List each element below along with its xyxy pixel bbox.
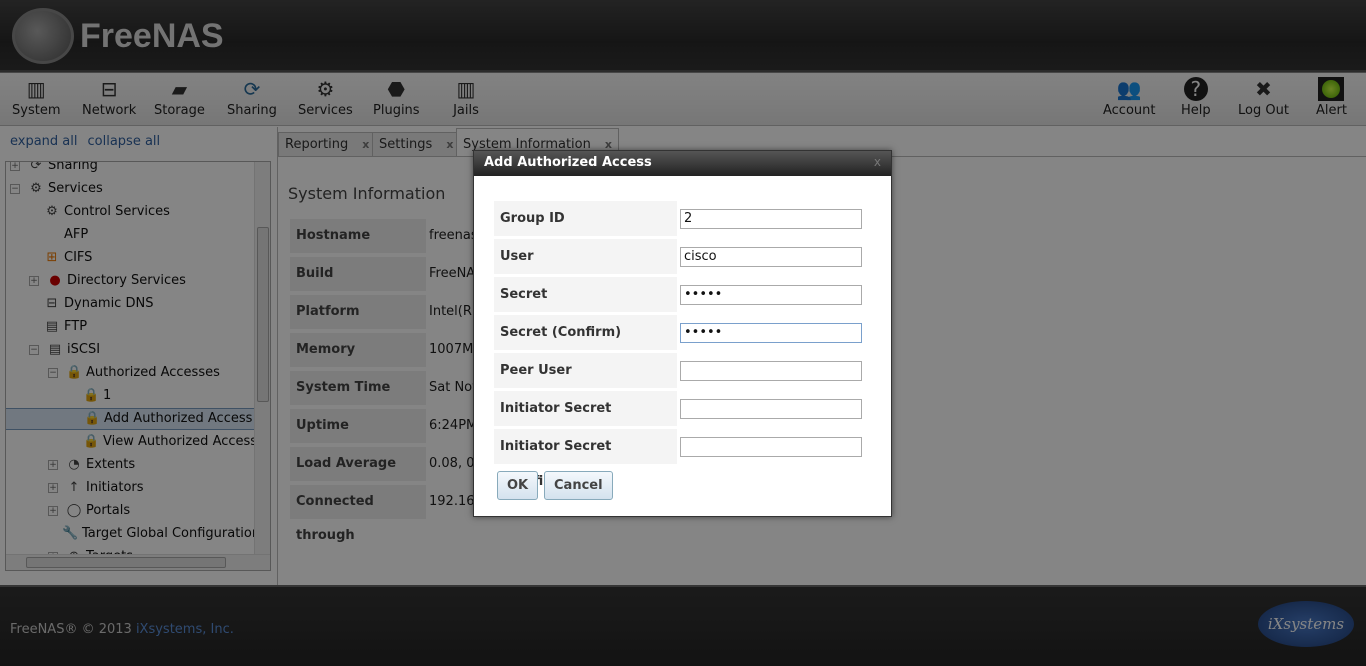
initiator-secret-field[interactable] — [680, 398, 862, 419]
secret-field[interactable] — [680, 284, 862, 305]
cancel-button[interactable]: Cancel — [544, 471, 613, 500]
secret-confirm-field[interactable] — [680, 322, 862, 343]
dialog-title: Add Authorized Access — [474, 151, 891, 176]
ok-button[interactable]: OK — [497, 471, 539, 500]
user-field[interactable] — [680, 246, 862, 267]
close-icon[interactable]: x — [874, 155, 881, 169]
group-id-field[interactable] — [680, 208, 862, 229]
add-authorized-access-dialog: Add Authorized Access x Group ID User Se… — [473, 150, 892, 517]
peer-user-field[interactable] — [680, 360, 862, 381]
initiator-secret-confirm-field[interactable] — [680, 436, 862, 457]
